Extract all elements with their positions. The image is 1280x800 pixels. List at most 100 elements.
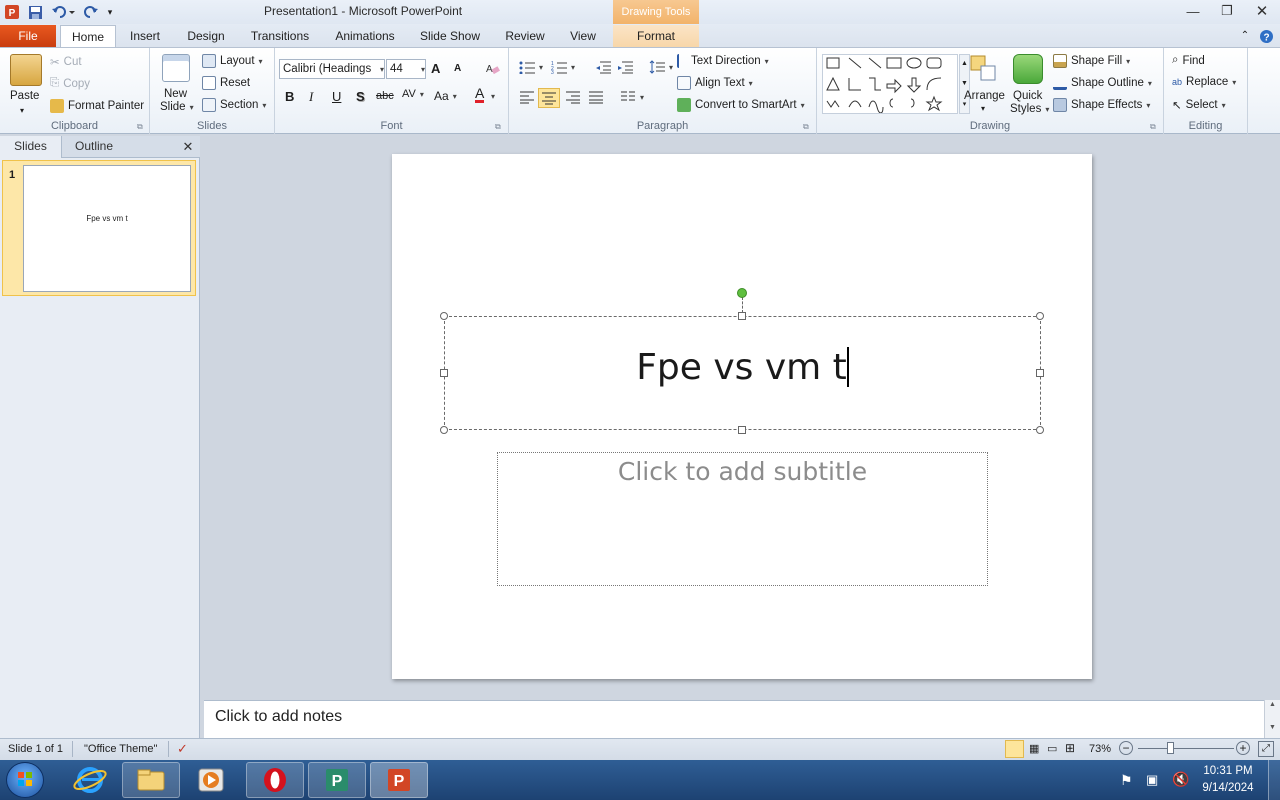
replace-button[interactable]: ab Replace ▾: [1172, 76, 1236, 88]
shape-effects-button[interactable]: Shape Effects ▾: [1053, 98, 1150, 112]
line-spacing-button[interactable]: ▾: [649, 60, 673, 74]
file-explorer-icon[interactable]: [122, 762, 180, 798]
quick-styles-icon[interactable]: [1013, 54, 1043, 84]
publisher-icon[interactable]: P: [308, 762, 366, 798]
tab-view[interactable]: View: [564, 25, 602, 48]
resize-handle-e[interactable]: [1036, 369, 1044, 377]
show-desktop-button[interactable]: [1268, 760, 1280, 800]
paste-dropdown-icon[interactable]: ▾: [20, 106, 24, 115]
redo-icon[interactable]: [82, 3, 100, 21]
find-button[interactable]: ⌕ Find: [1172, 54, 1205, 67]
convert-smartart-button[interactable]: Convert to SmartArt ▾: [677, 98, 805, 112]
customize-qat-icon[interactable]: ▾: [104, 3, 116, 21]
opera-icon[interactable]: [246, 762, 304, 798]
tab-transitions[interactable]: Transitions: [246, 25, 314, 48]
fit-to-window-icon[interactable]: ⤢: [1258, 741, 1274, 757]
zoom-slider-thumb[interactable]: [1167, 742, 1174, 754]
scroll-up-icon[interactable]: ▲: [1265, 701, 1280, 708]
align-text-button[interactable]: Align Text ▾: [677, 76, 753, 90]
paste-icon[interactable]: [10, 54, 42, 86]
paste-button[interactable]: Paste: [10, 90, 39, 102]
tab-format[interactable]: Format: [613, 25, 699, 48]
zoom-out-icon[interactable]: −: [1119, 741, 1133, 755]
notes-scrollbar[interactable]: ▲ ▼: [1264, 700, 1280, 738]
tab-review[interactable]: Review: [500, 25, 550, 48]
tab-insert[interactable]: Insert: [124, 25, 166, 48]
layout-button[interactable]: Layout ▾: [202, 54, 263, 68]
zoom-level[interactable]: 73%: [1089, 743, 1111, 755]
powerpoint-logo-icon[interactable]: P: [3, 3, 21, 21]
align-left-icon[interactable]: [519, 90, 535, 104]
clock-date[interactable]: 9/14/2024: [1192, 782, 1264, 794]
resize-handle-sw[interactable]: [440, 426, 448, 434]
bullets-button[interactable]: ▾: [519, 60, 543, 74]
font-color-dropdown-icon[interactable]: ▾: [491, 92, 495, 101]
font-size-box[interactable]: 44 ▾: [386, 59, 426, 79]
strikethrough-button[interactable]: abc: [376, 90, 394, 102]
clear-formatting-icon[interactable]: A: [484, 60, 500, 76]
arrange-icon[interactable]: [969, 54, 999, 84]
select-button[interactable]: ↖ Select ▾: [1172, 98, 1226, 112]
italic-button[interactable]: I: [309, 89, 313, 105]
copy-button[interactable]: ⎘ Copy: [50, 77, 90, 90]
slide-sorter-icon[interactable]: ▦: [1029, 742, 1039, 755]
shadow-button[interactable]: S: [356, 89, 365, 104]
font-launcher-icon[interactable]: ⧉: [495, 122, 501, 132]
help-icon[interactable]: ?: [1256, 25, 1276, 48]
quick-styles-line1[interactable]: Quick: [1013, 90, 1042, 102]
close-window-button[interactable]: ✕: [1248, 2, 1276, 20]
cut-button[interactable]: ✂ Cut: [50, 55, 82, 69]
new-slide-button[interactable]: Slide ▾: [160, 101, 194, 113]
numbering-button[interactable]: 1 2 3 ▾: [551, 60, 575, 74]
internet-explorer-icon[interactable]: [70, 764, 110, 796]
justify-icon[interactable]: [588, 90, 604, 104]
arrange-button[interactable]: Arrange: [964, 90, 1005, 102]
quick-styles-button[interactable]: Styles ▾: [1010, 103, 1049, 115]
slide-show-icon[interactable]: ⊞: [1065, 741, 1075, 755]
shapes-gallery[interactable]: [822, 54, 958, 114]
underline-button[interactable]: U: [332, 89, 341, 104]
tab-file[interactable]: File: [0, 25, 56, 48]
change-case-button[interactable]: Aa ▾: [434, 89, 457, 103]
resize-handle-s[interactable]: [738, 426, 746, 434]
columns-button[interactable]: ▾: [620, 90, 644, 104]
resize-handle-se[interactable]: [1036, 426, 1044, 434]
clock-time[interactable]: 10:31 PM: [1192, 765, 1264, 777]
scroll-down-icon[interactable]: ▼: [1265, 724, 1280, 731]
new-slide-icon[interactable]: [162, 54, 190, 82]
zoom-in-icon[interactable]: +: [1236, 741, 1250, 755]
paragraph-launcher-icon[interactable]: ⧉: [803, 122, 809, 132]
arrange-dropdown-icon[interactable]: ▾: [981, 104, 985, 113]
resize-handle-nw[interactable]: [440, 312, 448, 320]
notes-pane[interactable]: Click to add notes: [204, 700, 1264, 738]
start-button[interactable]: [6, 762, 44, 798]
tab-animations[interactable]: Animations: [330, 25, 400, 48]
resize-handle-w[interactable]: [440, 369, 448, 377]
network-icon[interactable]: ▣: [1146, 772, 1158, 788]
format-painter-button[interactable]: Format Painter: [50, 99, 144, 113]
slide-canvas[interactable]: Fpe vs vm t Click to add subtitle: [392, 154, 1092, 679]
powerpoint-taskbar-icon[interactable]: P: [370, 762, 428, 798]
increase-indent-icon[interactable]: [617, 60, 633, 74]
restore-button[interactable]: ❐: [1213, 2, 1241, 20]
slide-thumbnail-selected[interactable]: 1 Fpe vs vm t: [2, 160, 196, 296]
text-direction-button[interactable]: Text Direction ▾: [677, 54, 769, 68]
rotation-handle[interactable]: [737, 288, 747, 298]
slide-thumbnail[interactable]: Fpe vs vm t: [23, 165, 191, 292]
minimize-ribbon-icon[interactable]: ⌃: [1236, 25, 1254, 48]
tab-outline[interactable]: Outline: [63, 136, 125, 158]
align-center-icon[interactable]: [538, 88, 560, 108]
tab-design[interactable]: Design: [182, 25, 230, 48]
shape-fill-button[interactable]: Shape Fill ▾: [1053, 54, 1130, 68]
undo-button[interactable]: [50, 3, 76, 21]
section-button[interactable]: Section ▾: [202, 98, 266, 112]
action-center-flag-icon[interactable]: ⚑: [1120, 772, 1133, 789]
drawing-launcher-icon[interactable]: ⧉: [1150, 122, 1156, 132]
title-placeholder[interactable]: Fpe vs vm t: [444, 316, 1041, 430]
shape-outline-button[interactable]: Shape Outline ▾: [1053, 76, 1152, 90]
volume-muted-icon[interactable]: 🔇: [1172, 771, 1189, 788]
font-color-button[interactable]: A: [475, 86, 485, 103]
close-pane-icon[interactable]: ✕: [180, 136, 196, 158]
tab-slide-show[interactable]: Slide Show: [416, 25, 484, 48]
media-player-icon[interactable]: [196, 764, 232, 796]
